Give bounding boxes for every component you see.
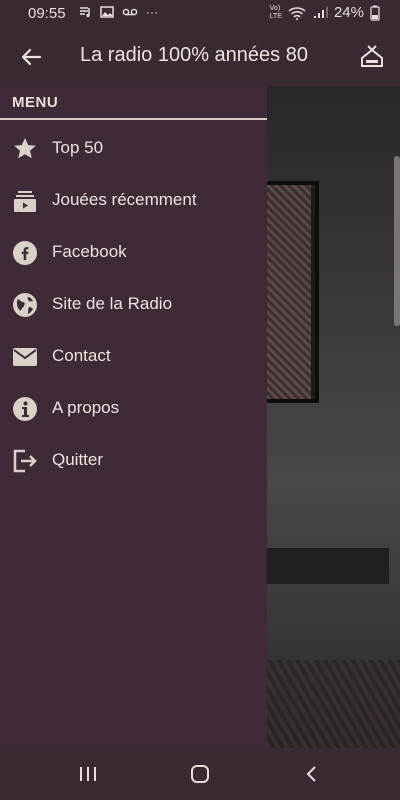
back-arrow-icon[interactable] — [16, 42, 46, 72]
info-icon — [13, 397, 37, 421]
battery-percent: 24% — [333, 4, 364, 21]
star-icon — [14, 138, 36, 159]
menu-item-label: Site de la Radio — [52, 294, 173, 313]
system-nav-bar — [0, 748, 400, 800]
menu-item-facebook[interactable]: Facebook — [0, 228, 267, 276]
globe-icon — [13, 293, 37, 317]
image-notification-icon — [100, 6, 114, 18]
network-label: Vo) LTE — [269, 4, 282, 20]
menu-item-about[interactable]: A propos — [0, 384, 267, 432]
menu-item-label: Facebook — [52, 242, 127, 261]
battery-icon — [370, 5, 380, 21]
menu-item-label: Top 50 — [52, 138, 104, 157]
signal-icon — [313, 6, 328, 18]
voicemail-notification-icon — [122, 8, 138, 16]
menu-item-quit[interactable]: Quitter — [0, 436, 267, 484]
menu-item-label: Quitter — [52, 450, 104, 469]
recent-apps-icon[interactable] — [76, 764, 100, 784]
menu-item-contact[interactable]: Contact — [0, 332, 267, 380]
app-bar: La radio 100% années 80 — [0, 28, 400, 86]
music-notification-icon — [80, 7, 90, 18]
more-notifications-icon: ··· — [146, 5, 158, 19]
content-background — [267, 86, 400, 748]
now-playing-bar — [267, 548, 389, 584]
menu-item-website[interactable]: Site de la Radio — [0, 280, 267, 328]
page-title: La radio 100% années 80 — [80, 44, 308, 66]
album-art-frame — [267, 181, 319, 403]
notification-icons: ··· — [78, 5, 158, 19]
menu-item-label: Contact — [52, 346, 111, 365]
edge-handle[interactable] — [394, 156, 400, 326]
menu-item-label: Jouées récemment — [52, 190, 197, 209]
playlist-icon — [14, 191, 36, 212]
menu-item-recent[interactable]: Jouées récemment — [0, 176, 267, 224]
background-image — [267, 660, 400, 748]
exit-icon — [13, 449, 37, 473]
radio-logo-icon[interactable] — [358, 42, 386, 70]
status-bar: 09:55 ··· Vo) LTE 24% — [0, 0, 400, 28]
home-icon[interactable] — [188, 764, 212, 784]
navigation-drawer: MENU Top 50 Jouées récemment Facebook Si… — [0, 86, 267, 748]
facebook-icon — [13, 241, 37, 265]
mail-icon — [13, 348, 37, 366]
status-time: 09:55 — [28, 5, 66, 22]
wifi-icon — [288, 6, 306, 20]
menu-item-top50[interactable]: Top 50 — [0, 124, 267, 172]
menu-divider — [0, 118, 267, 120]
menu-item-label: A propos — [52, 398, 120, 417]
back-nav-icon[interactable] — [300, 764, 324, 784]
menu-header: MENU — [12, 94, 59, 111]
